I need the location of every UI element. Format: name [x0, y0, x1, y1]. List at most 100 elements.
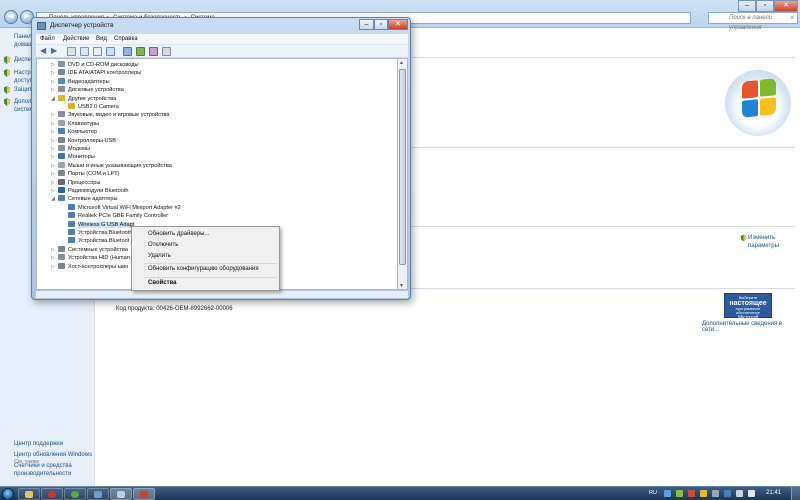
tree-row[interactable]: ▷ Мониторы [51, 153, 95, 161]
tree-row[interactable]: ▷ Клавиатуры [51, 119, 99, 128]
menu-item-disable[interactable]: Отключить [148, 242, 178, 248]
expander-icon[interactable]: ▷ [51, 153, 58, 161]
tray-bluetooth-icon[interactable] [724, 490, 731, 497]
update-driver-icon[interactable] [136, 47, 145, 56]
tree-row[interactable]: ▷ Дисковые устройства [51, 86, 124, 94]
tree-row[interactable]: Realtek PCIe GBE Family Controller [61, 212, 168, 220]
menu-item-scan-hardware[interactable]: Обновить конфигурацию оборудования [148, 266, 259, 272]
tree-row[interactable]: ▷ Звуковые, видео и игровые устройства [51, 111, 170, 119]
vertical-scrollbar[interactable]: ▲ ▼ [398, 58, 408, 290]
tray-network-icon[interactable] [664, 490, 671, 497]
taskbar-item-system[interactable] [110, 488, 132, 500]
menu-item-uninstall[interactable]: Удалить [148, 253, 171, 259]
search-input[interactable]: Поиск в панели управления ⌕ [708, 12, 798, 31]
tray-flag-icon[interactable] [736, 490, 743, 497]
tray-warning-icon[interactable] [700, 490, 707, 497]
menu-file[interactable]: Файл [40, 36, 55, 42]
expander-icon[interactable]: ▷ [51, 78, 58, 86]
properties-icon[interactable] [80, 47, 89, 56]
expander-icon[interactable]: ▷ [51, 86, 58, 94]
device-view-icon[interactable] [106, 47, 115, 56]
expander-icon[interactable]: ▷ [51, 254, 58, 262]
tray-antivirus-icon[interactable] [688, 490, 695, 497]
tree-row[interactable]: ▷ Порты (COM и LPT) [51, 170, 120, 178]
tray-volume-icon[interactable] [748, 490, 755, 497]
tree-row[interactable]: ▷ Системные устройства [51, 245, 128, 254]
expander-icon[interactable]: ▷ [51, 179, 58, 187]
uninstall-device-icon[interactable] [162, 47, 171, 56]
menu-item-properties[interactable]: Свойства [148, 280, 177, 286]
expander-icon[interactable]: ▷ [51, 128, 58, 136]
maximize-button[interactable]: ▫ [756, 0, 774, 12]
expander-icon[interactable]: ◢ [51, 195, 58, 203]
tree-row[interactable]: ▷ Устройства HID (Human [51, 254, 130, 262]
expander-icon[interactable]: ▷ [51, 246, 58, 254]
change-settings-link[interactable]: Изменить параметры [748, 234, 779, 250]
disable-device-icon[interactable] [149, 47, 158, 56]
menu-view[interactable]: Вид [96, 36, 107, 42]
tree-row[interactable]: ▷ Модемы [51, 145, 90, 153]
close-button[interactable]: ✕ [774, 0, 798, 12]
tree-row[interactable]: ▷ Видеоадаптеры [51, 77, 110, 86]
tree-view-icon[interactable] [67, 47, 76, 56]
scroll-up-icon[interactable]: ▲ [399, 60, 404, 66]
tree-row[interactable]: ▷ Хост-контроллеры шин [51, 262, 128, 271]
menu-help[interactable]: Справка [114, 36, 138, 42]
see-also-performance[interactable]: Счетчики и средства производительности [14, 462, 72, 478]
expander-icon[interactable]: ▷ [51, 69, 58, 77]
scroll-down-icon[interactable]: ▼ [399, 283, 404, 289]
language-indicator[interactable]: RU [649, 490, 657, 496]
see-also-windows-update[interactable]: Центр обновления Windows [14, 451, 92, 459]
tree-row[interactable]: Устройства Bluetoot [61, 237, 129, 245]
forward-arrow-icon[interactable]: ▶ [51, 47, 60, 56]
minimize-button[interactable]: – [359, 19, 374, 30]
start-button[interactable] [2, 488, 14, 500]
tree-row[interactable]: ▷ Компьютер [51, 128, 97, 136]
tree-row[interactable]: ▷ IDE ATA/ATAPI контроллеры [51, 69, 141, 77]
clock[interactable]: 21:41 [766, 490, 781, 496]
tree-row[interactable]: ◢ Сетевые адаптеры [51, 195, 118, 203]
menu-action[interactable]: Действие [63, 36, 89, 42]
tree-row[interactable]: ▷ Процессоры [51, 178, 100, 187]
scan-hardware-icon[interactable] [123, 47, 132, 56]
tree-row[interactable]: Microsoft Virtual WiFi Miniport Adapter … [61, 203, 181, 212]
taskbar-item-media[interactable] [87, 488, 109, 500]
expander-icon[interactable]: ▷ [51, 187, 58, 195]
expander-icon[interactable]: ▷ [51, 120, 58, 128]
taskbar-item-app[interactable] [64, 488, 86, 500]
help-icon[interactable] [93, 47, 102, 56]
tree-row[interactable]: ◢ Другие устройства [51, 94, 116, 103]
menu-item-update-drivers[interactable]: Обновить драйверы... [148, 231, 209, 237]
expander-icon[interactable]: ▷ [51, 61, 58, 69]
close-button[interactable]: ✕ [388, 19, 408, 30]
expander-icon[interactable]: ▷ [51, 145, 58, 153]
tray-device-icon[interactable] [712, 490, 719, 497]
scrollbar-thumb[interactable] [399, 69, 406, 265]
tree-row[interactable]: Устройства Bluetooth [61, 229, 132, 237]
expander-icon[interactable]: ▷ [51, 111, 58, 119]
expander-icon[interactable]: ▷ [51, 137, 58, 145]
tree-row[interactable]: ▷ Контроллеры USB [51, 136, 116, 145]
show-desktop-button[interactable] [791, 487, 800, 500]
minimize-button[interactable]: – [738, 0, 756, 12]
expander-icon[interactable]: ▷ [51, 263, 58, 271]
see-also-support-center[interactable]: Центр поддержки [14, 440, 63, 448]
expander-icon[interactable]: ▷ [51, 170, 58, 178]
expander-icon[interactable]: ◢ [51, 95, 58, 103]
tree-row[interactable]: USB2.0 Camera [61, 103, 119, 111]
tree-row[interactable]: Wireless G USB Adapt [61, 220, 135, 229]
expander-icon[interactable]: ▷ [51, 162, 58, 170]
tree-row[interactable]: ▷ DVD и CD-ROM дисководы [51, 61, 139, 69]
genuine-microsoft-badge[interactable]: Выберите настоящее программное обеспечен… [724, 293, 772, 321]
tree-row[interactable]: ▷ Мыши и иные указывающие устройства [51, 161, 172, 170]
back-button[interactable]: ◀ [4, 10, 18, 24]
more-info-online-link[interactable]: Дополнительные сведения в сети... [702, 321, 800, 333]
tree-row[interactable]: ▷ Радиомодули Bluetooth [51, 187, 129, 195]
taskbar-item-explorer[interactable] [18, 488, 40, 500]
taskbar-item-device-manager[interactable] [133, 488, 155, 500]
tray-app-icon[interactable] [676, 490, 683, 497]
maximize-button[interactable]: ▫ [374, 19, 388, 30]
taskbar-item-opera[interactable] [41, 488, 63, 500]
back-arrow-icon[interactable]: ◀ [40, 47, 49, 56]
search-icon[interactable]: ⌕ [791, 13, 794, 23]
